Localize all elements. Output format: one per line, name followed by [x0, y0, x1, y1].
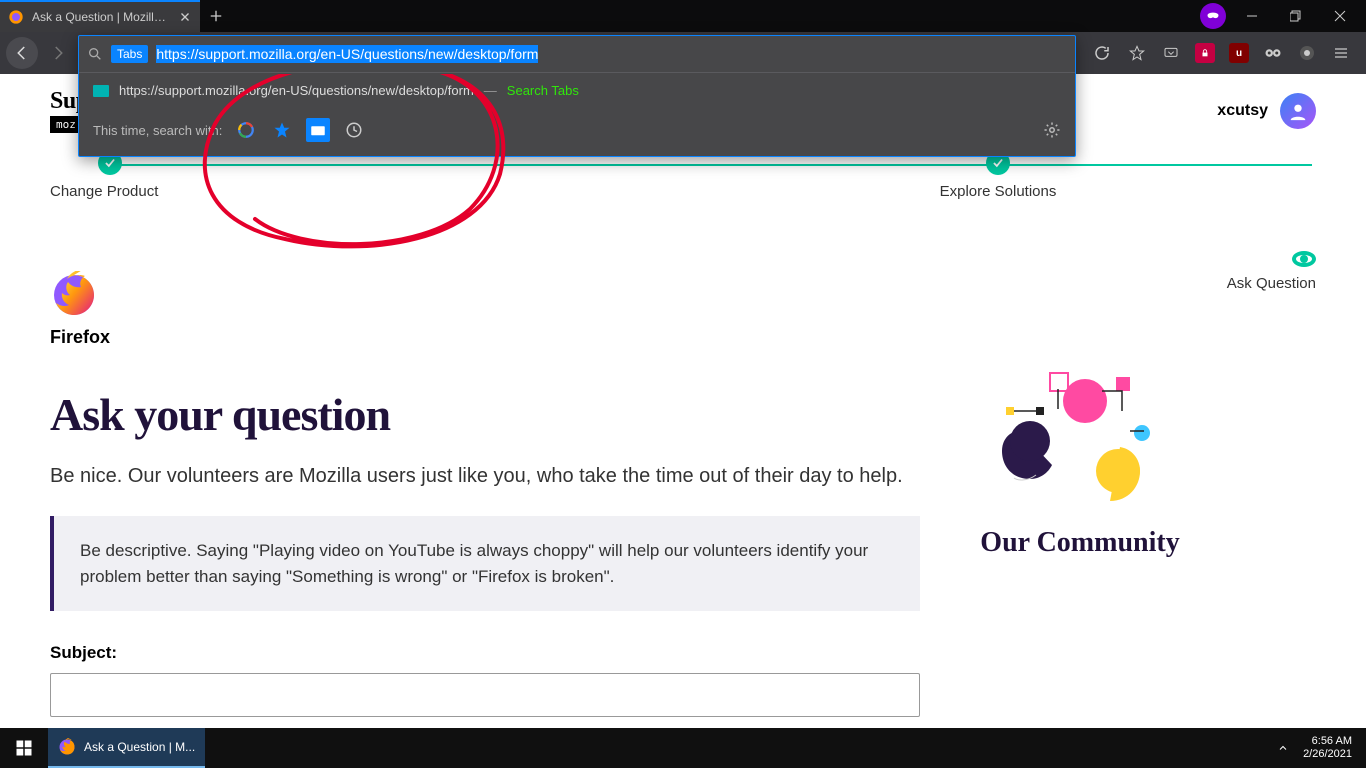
suggestion-action: Search Tabs: [507, 83, 579, 98]
reload-button[interactable]: [1086, 37, 1118, 69]
user-menu[interactable]: xcutsy: [1217, 93, 1316, 129]
taskbar-app-firefox[interactable]: Ask a Question | M...: [48, 728, 205, 768]
extension-icon[interactable]: [1292, 38, 1322, 68]
minimize-button[interactable]: [1234, 2, 1270, 30]
progress-tracker: Change Product Explore Solutions Ask Que…: [50, 151, 1316, 211]
extension-ublock-icon[interactable]: u: [1224, 38, 1254, 68]
step-change-product[interactable]: Change Product: [50, 151, 920, 211]
page-heading: Ask your question: [50, 388, 920, 441]
tab-title: Ask a Question | Mozilla Suppo: [32, 10, 170, 24]
forward-button[interactable]: [42, 37, 74, 69]
username: xcutsy: [1217, 102, 1268, 120]
url-suggestion[interactable]: https://support.mozilla.org/en-US/questi…: [79, 73, 1075, 108]
system-tray: 6:56 AM 2/26/2021: [1277, 735, 1366, 761]
url-input[interactable]: https://support.mozilla.org/en-US/questi…: [156, 46, 1067, 62]
tabs-search-icon[interactable]: [306, 118, 330, 142]
step-explore-solutions[interactable]: Explore Solutions: [940, 151, 1057, 211]
windows-taskbar: Ask a Question | M... 6:56 AM 2/26/2021: [0, 728, 1366, 768]
google-search-icon[interactable]: [234, 118, 258, 142]
menu-button[interactable]: [1326, 38, 1356, 68]
history-search-icon[interactable]: [342, 118, 366, 142]
search-settings-icon[interactable]: [1043, 121, 1061, 139]
search-mode-chip[interactable]: Tabs: [111, 45, 148, 63]
system-clock[interactable]: 6:56 AM 2/26/2021: [1295, 735, 1360, 761]
subject-input[interactable]: [50, 673, 920, 717]
url-bar-dropdown: Tabs https://support.mozilla.org/en-US/q…: [78, 35, 1076, 157]
new-tab-button[interactable]: [200, 0, 232, 32]
taskbar-app-label: Ask a Question | M...: [84, 740, 195, 754]
private-browsing-icon: [1200, 3, 1226, 29]
tray-chevron-icon[interactable]: [1277, 742, 1289, 754]
back-button[interactable]: [6, 37, 38, 69]
page-content: Support moz://a xcutsy Change Product Ex…: [0, 74, 1366, 728]
subject-label: Subject:: [50, 643, 920, 663]
tab-close-icon[interactable]: [178, 10, 192, 24]
product-name: Firefox: [50, 327, 920, 348]
browser-tab[interactable]: Ask a Question | Mozilla Suppo: [0, 0, 200, 32]
window-controls: [1200, 2, 1366, 30]
start-button[interactable]: [0, 728, 48, 768]
firefox-favicon-icon: [8, 9, 24, 25]
page-subtitle: Be nice. Our volunteers are Mozilla user…: [50, 465, 920, 488]
tab-suggestion-icon: [93, 85, 109, 97]
search-with-label: This time, search with:: [93, 123, 222, 138]
step-ask-question: Ask Question: [1076, 151, 1316, 251]
descriptive-callout: Be descriptive. Saying "Playing video on…: [50, 516, 920, 611]
toolbar-actions: u: [1122, 38, 1360, 68]
extension-eyes-icon[interactable]: [1258, 38, 1288, 68]
search-icon: [87, 46, 103, 62]
firefox-product-icon: [50, 271, 98, 319]
extension-lock-icon[interactable]: [1190, 38, 1220, 68]
avatar-icon: [1280, 93, 1316, 129]
close-window-button[interactable]: [1322, 2, 1358, 30]
browser-toolbar: Tabs https://support.mozilla.org/en-US/q…: [0, 32, 1366, 74]
suggestion-text: https://support.mozilla.org/en-US/questi…: [119, 83, 474, 98]
bookmarks-search-icon[interactable]: [270, 118, 294, 142]
bookmark-star-icon[interactable]: [1122, 38, 1152, 68]
pocket-icon[interactable]: [1156, 38, 1186, 68]
search-engine-row: This time, search with:: [79, 108, 1075, 156]
community-title: Our Community: [960, 527, 1200, 559]
community-illustration: [980, 371, 1180, 511]
maximize-button[interactable]: [1278, 2, 1314, 30]
window-titlebar: Ask a Question | Mozilla Suppo: [0, 0, 1366, 32]
